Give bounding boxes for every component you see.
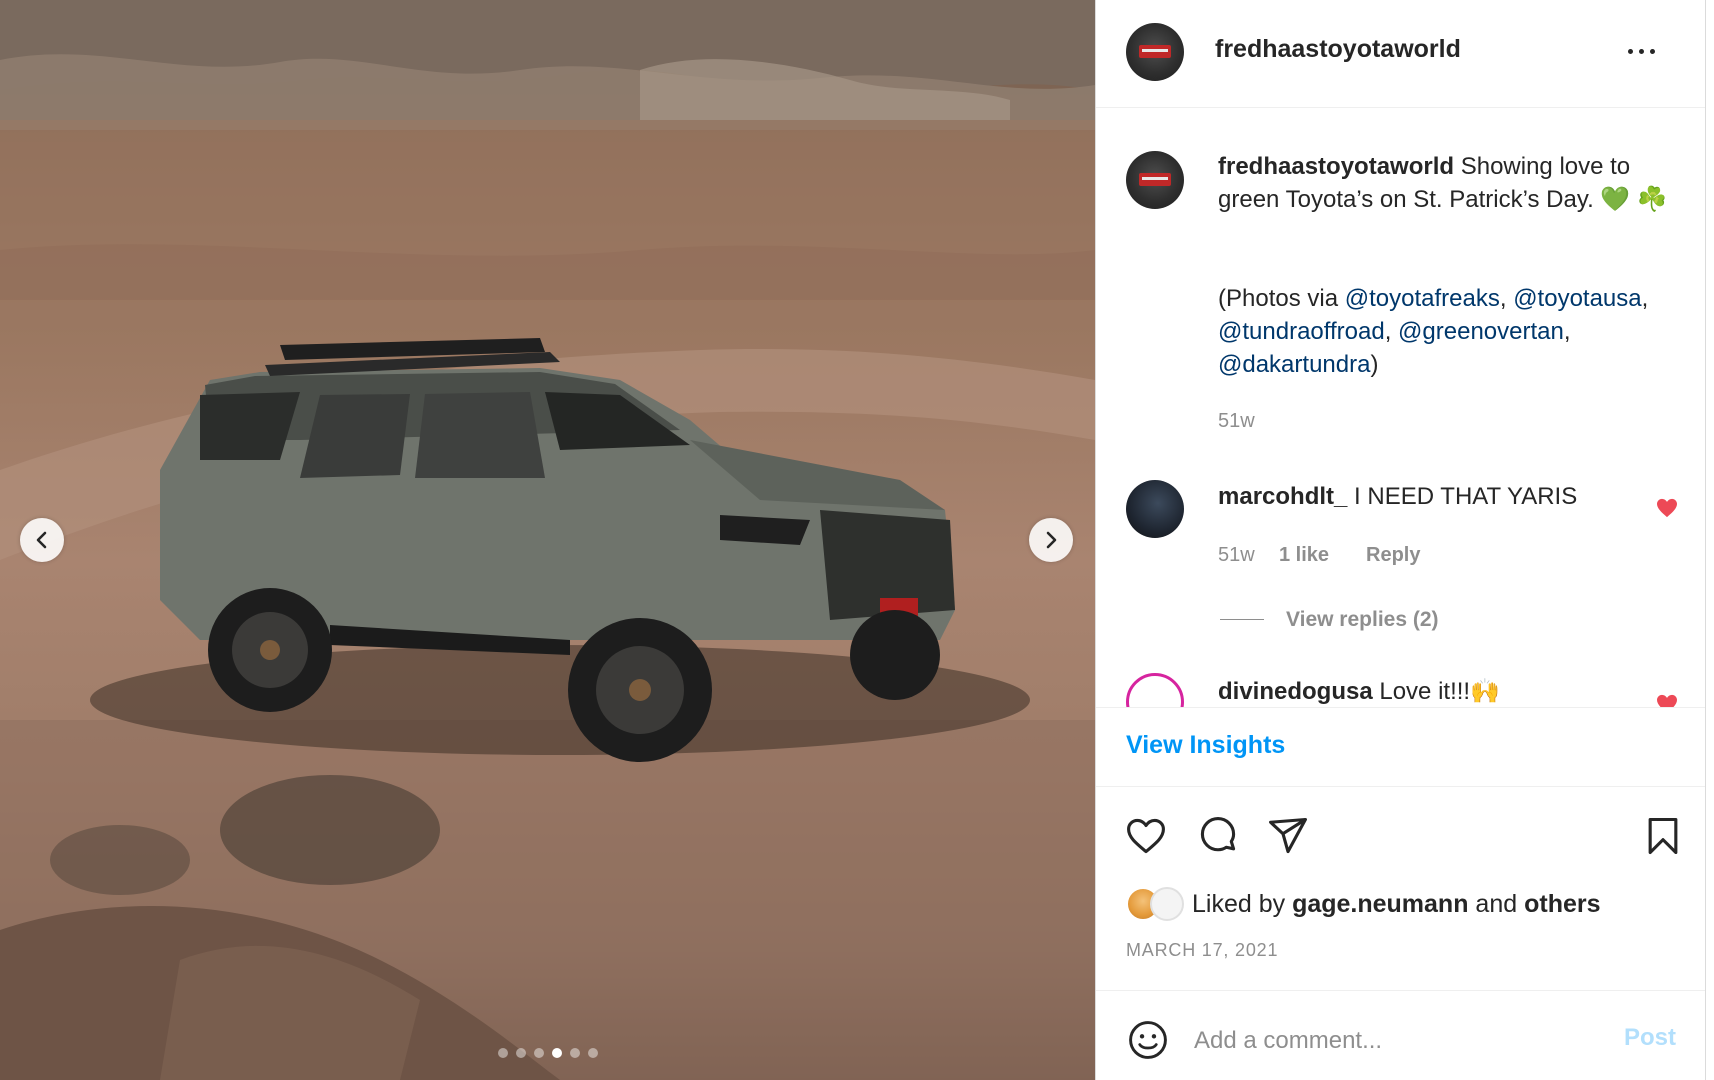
emoji-icon[interactable] — [1126, 1018, 1170, 1062]
chevron-left-icon — [36, 531, 47, 549]
liked-by-username[interactable]: gage.neumann — [1292, 890, 1468, 918]
likes-others-link[interactable]: others — [1524, 890, 1600, 918]
chevron-right-icon — [1046, 531, 1057, 549]
carousel-dot — [587, 1048, 598, 1058]
post-media — [0, 0, 1095, 1080]
mention-link[interactable]: @toyotausa — [1513, 285, 1641, 312]
mention-link[interactable]: @dakartundra — [1218, 351, 1370, 378]
carousel-dot — [497, 1048, 508, 1058]
header-username[interactable]: fredhaastoyotaworld — [1215, 35, 1461, 64]
reply-button[interactable]: Reply — [1366, 544, 1420, 567]
commenter-avatar[interactable] — [1126, 480, 1184, 538]
caption-username[interactable]: fredhaastoyotaworld — [1218, 153, 1454, 180]
header-avatar[interactable] — [1126, 23, 1184, 81]
comment-text: divinedogusa Love it!!!🙌 — [1218, 675, 1648, 707]
previous-photo-button[interactable] — [20, 518, 64, 562]
dealer-logo — [1138, 173, 1172, 186]
caption-credits: (Photos via @toyotafreaks, @toyotausa, @… — [1218, 285, 1649, 378]
carousel-dot — [569, 1048, 580, 1058]
post-photo — [0, 0, 1095, 1080]
divider — [1096, 990, 1705, 991]
add-comment-input[interactable] — [1192, 1020, 1616, 1062]
mention-link[interactable]: @toyotafreaks — [1345, 285, 1500, 312]
share-icon[interactable] — [1266, 814, 1310, 858]
liked-by-row: Liked by gage.neumann and others — [1126, 886, 1601, 922]
view-insights-link[interactable]: View Insights — [1126, 731, 1285, 760]
comment-body: I NEED THAT YARIS — [1347, 483, 1578, 510]
next-photo-button[interactable] — [1029, 518, 1073, 562]
post-comment-button[interactable]: Post — [1624, 1024, 1676, 1052]
replies-divider — [1220, 619, 1264, 620]
comment-text: marcohdlt_ I NEED THAT YARIS — [1218, 480, 1648, 513]
post-date[interactable]: MARCH 17, 2021 — [1126, 940, 1278, 961]
carousel-dot — [515, 1048, 526, 1058]
save-bookmark-icon[interactable] — [1641, 814, 1685, 858]
liked-by-text: Liked by gage.neumann and others — [1192, 889, 1601, 918]
liked-heart-icon[interactable] — [1656, 498, 1678, 518]
carousel-indicator — [0, 1048, 1095, 1058]
more-horizontal-icon — [1627, 48, 1633, 54]
comment-like-count[interactable]: 1 like — [1279, 544, 1329, 567]
comment-timestamp[interactable]: 51w — [1218, 544, 1255, 567]
view-replies-button[interactable]: View replies (2) — [1286, 608, 1439, 632]
dealer-logo — [1138, 45, 1172, 58]
comment-username[interactable]: marcohdlt_ — [1218, 483, 1347, 510]
caption-avatar[interactable] — [1126, 151, 1184, 209]
comments-section[interactable]: fredhaastoyotaworld Showing love to gree… — [1096, 108, 1705, 708]
comment-icon[interactable] — [1196, 814, 1240, 858]
liker-avatar[interactable] — [1150, 887, 1184, 921]
credits-prefix: (Photos via — [1218, 285, 1345, 312]
post-side-panel: fredhaastoyotaworld fredhaastoyotaworld … — [1095, 0, 1706, 1080]
comment-body: Love it!!!🙌 — [1372, 678, 1500, 705]
mention-link[interactable]: @tundraoffroad — [1218, 318, 1385, 345]
more-options-button[interactable] — [1621, 36, 1661, 66]
instagram-post: fredhaastoyotaworld fredhaastoyotaworld … — [0, 0, 1714, 1080]
caption-timestamp[interactable]: 51w — [1218, 410, 1255, 433]
divider — [1096, 786, 1705, 787]
carousel-dot — [551, 1048, 562, 1058]
like-heart-icon[interactable] — [1124, 814, 1168, 858]
caption-text: fredhaastoyotaworld Showing love to gree… — [1218, 150, 1678, 216]
comment-username[interactable]: divinedogusa — [1218, 678, 1373, 705]
commenter-avatar[interactable] — [1126, 673, 1184, 707]
liked-heart-icon[interactable] — [1656, 694, 1678, 708]
post-header: fredhaastoyotaworld — [1096, 0, 1705, 108]
mention-link[interactable]: @greenovertan — [1398, 318, 1564, 345]
carousel-dot — [533, 1048, 544, 1058]
